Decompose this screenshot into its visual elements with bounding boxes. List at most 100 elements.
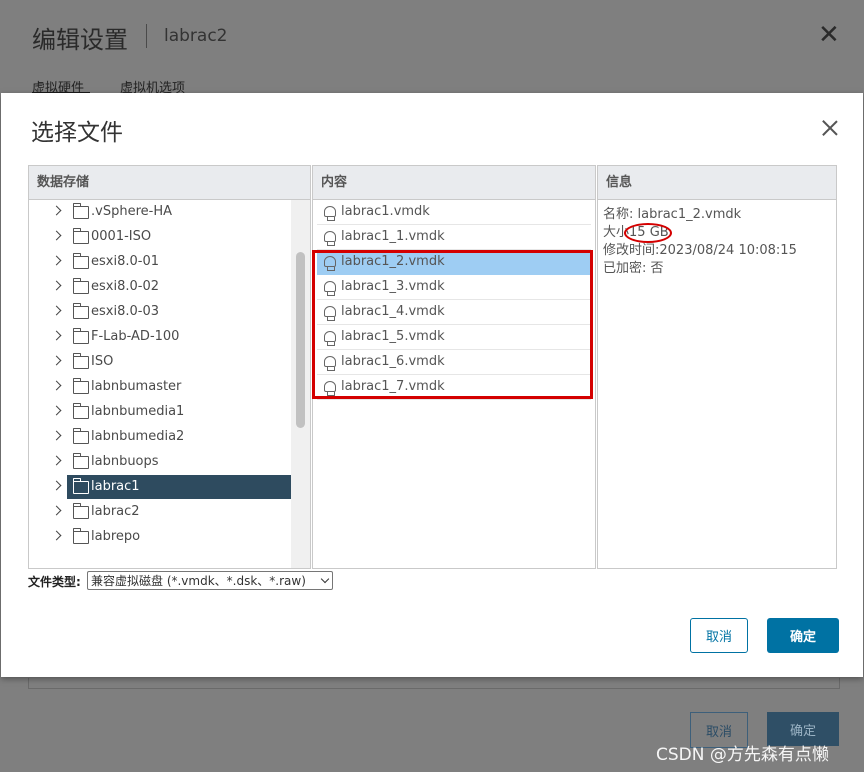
datastore-item[interactable]: labrac1 bbox=[29, 475, 292, 500]
datastore-label: labnbumedia2 bbox=[91, 429, 185, 444]
disk-file-icon bbox=[324, 256, 336, 271]
info-header: 信息 bbox=[598, 166, 836, 200]
file-row[interactable]: labrac1.vmdk bbox=[317, 200, 591, 225]
select-file-dialog: 选择文件 数据存储 .vSphere-HA 0001-ISO esxi8.0-01 e… bbox=[1, 93, 863, 677]
datastore-label: labrac1 bbox=[91, 479, 140, 494]
file-label: labrac1.vmdk bbox=[341, 204, 430, 219]
datastore-item[interactable]: 0001-ISO bbox=[29, 225, 291, 250]
file-row[interactable]: labrac1_7.vmdk bbox=[317, 375, 591, 400]
chevron-right-icon[interactable] bbox=[51, 230, 62, 241]
datastore-label: labnbumaster bbox=[91, 379, 182, 394]
folder-icon bbox=[73, 503, 89, 519]
cancel-button[interactable]: 取消 bbox=[690, 618, 748, 653]
disk-file-icon bbox=[324, 356, 336, 371]
chevron-right-icon[interactable] bbox=[51, 305, 62, 316]
file-label: labrac1_5.vmdk bbox=[341, 329, 445, 344]
datastore-panel: 数据存储 .vSphere-HA 0001-ISO esxi8.0-01 esxi8.… bbox=[28, 165, 311, 569]
folder-icon bbox=[73, 228, 89, 244]
disk-file-icon bbox=[324, 231, 336, 246]
info-panel: 信息 名称: labrac1_2.vmdk 大小 15 GB 修改时间:2023/… bbox=[597, 165, 837, 569]
folder-icon bbox=[73, 528, 89, 544]
datastore-item[interactable]: ISO bbox=[29, 350, 291, 375]
file-row[interactable]: labrac1_6.vmdk bbox=[317, 350, 591, 375]
file-type-select[interactable]: 兼容虚拟磁盘 (*.vmdk、*.dsk、*.raw) bbox=[87, 571, 333, 590]
chevron-right-icon[interactable] bbox=[51, 480, 62, 491]
chevron-right-icon[interactable] bbox=[51, 505, 62, 516]
info-encrypted-label: 已加密: bbox=[603, 261, 647, 276]
chevron-right-icon[interactable] bbox=[51, 205, 62, 216]
file-row[interactable]: labrac1_1.vmdk bbox=[317, 225, 591, 250]
datastore-item[interactable]: labrepo bbox=[29, 525, 291, 550]
folder-icon bbox=[73, 353, 89, 369]
datastore-label: labnbuops bbox=[91, 454, 159, 469]
datastore-item[interactable]: .vSphere-HA bbox=[29, 200, 291, 225]
datastore-item[interactable]: F-Lab-AD-100 bbox=[29, 325, 291, 350]
file-row[interactable]: labrac1_4.vmdk bbox=[317, 300, 591, 325]
file-row[interactable]: labrac1_3.vmdk bbox=[317, 275, 591, 300]
ok-button[interactable]: 确定 bbox=[767, 618, 839, 653]
chevron-right-icon[interactable] bbox=[51, 355, 62, 366]
disk-file-icon bbox=[324, 381, 336, 396]
disk-file-icon bbox=[324, 331, 336, 346]
folder-icon bbox=[73, 278, 89, 294]
chevron-right-icon[interactable] bbox=[51, 280, 62, 291]
chevron-right-icon[interactable] bbox=[51, 430, 62, 441]
close-icon[interactable] bbox=[819, 117, 841, 139]
folder-icon bbox=[73, 378, 89, 394]
datastore-label: ISO bbox=[91, 354, 114, 369]
datastore-item[interactable]: labrac2 bbox=[29, 500, 291, 525]
datastore-label: labrac2 bbox=[91, 504, 140, 519]
file-type-label: 文件类型: bbox=[28, 575, 81, 589]
datastore-tree: .vSphere-HA 0001-ISO esxi8.0-01 esxi8.0-02 e… bbox=[29, 200, 292, 550]
datastore-item[interactable]: labnbumedia2 bbox=[29, 425, 291, 450]
watermark: CSDN @方先森有点懒 bbox=[656, 745, 829, 765]
file-row[interactable]: labrac1_2.vmdk bbox=[317, 250, 591, 275]
info-name-label: 名称: bbox=[603, 207, 634, 222]
chevron-right-icon[interactable] bbox=[51, 455, 62, 466]
content-header: 内容 bbox=[313, 166, 595, 200]
file-label: labrac1_2.vmdk bbox=[341, 254, 445, 269]
datastore-item[interactable]: labnbumedia1 bbox=[29, 400, 291, 425]
chevron-right-icon[interactable] bbox=[51, 330, 62, 341]
datastore-label: labnbumedia1 bbox=[91, 404, 185, 419]
datastore-item[interactable]: esxi8.0-02 bbox=[29, 275, 291, 300]
edit-settings-vm-name: labrac2 bbox=[164, 26, 228, 46]
file-label: labrac1_7.vmdk bbox=[341, 379, 445, 394]
chevron-down-icon bbox=[320, 574, 330, 584]
file-type-value: 兼容虚拟磁盘 (*.vmdk、*.dsk、*.raw) bbox=[91, 574, 306, 588]
datastore-scrollbar[interactable] bbox=[291, 200, 310, 568]
datastore-item[interactable]: esxi8.0-03 bbox=[29, 300, 291, 325]
file-list: labrac1.vmdk labrac1_1.vmdk labrac1_2.vmdk… bbox=[313, 200, 595, 400]
chevron-right-icon[interactable] bbox=[51, 530, 62, 541]
datastore-label: esxi8.0-01 bbox=[91, 254, 159, 269]
chevron-right-icon[interactable] bbox=[51, 255, 62, 266]
datastore-header: 数据存储 bbox=[29, 166, 310, 200]
info-size-label: 大小 bbox=[603, 225, 630, 240]
info-name-value: labrac1_2.vmdk bbox=[637, 207, 742, 222]
scrollbar-thumb[interactable] bbox=[296, 252, 305, 428]
file-label: labrac1_6.vmdk bbox=[341, 354, 445, 369]
info-modified-label: 修改时间: bbox=[603, 243, 660, 258]
datastore-label: 0001-ISO bbox=[91, 229, 152, 244]
info-encrypted-value: 否 bbox=[650, 261, 664, 276]
folder-icon bbox=[73, 403, 89, 419]
datastore-item[interactable]: esxi8.0-01 bbox=[29, 250, 291, 275]
datastore-label: labrepo bbox=[91, 529, 141, 544]
settings-panel-edge bbox=[28, 678, 840, 689]
datastore-item[interactable]: labnbuops bbox=[29, 450, 291, 475]
chevron-right-icon[interactable] bbox=[51, 405, 62, 416]
folder-icon bbox=[73, 253, 89, 269]
datastore-label: F-Lab-AD-100 bbox=[91, 329, 180, 344]
folder-icon bbox=[73, 428, 89, 444]
edit-settings-close-icon[interactable]: ✕ bbox=[818, 22, 840, 48]
datastore-item[interactable]: labnbumaster bbox=[29, 375, 291, 400]
chevron-right-icon[interactable] bbox=[51, 380, 62, 391]
dialog-title: 选择文件 bbox=[31, 120, 123, 146]
disk-file-icon bbox=[324, 206, 336, 221]
datastore-label: .vSphere-HA bbox=[91, 204, 172, 219]
file-label: labrac1_1.vmdk bbox=[341, 229, 445, 244]
content-panel: 内容 labrac1.vmdk labrac1_1.vmdk labrac1_2.v… bbox=[312, 165, 596, 569]
disk-file-icon bbox=[324, 281, 336, 296]
file-row[interactable]: labrac1_5.vmdk bbox=[317, 325, 591, 350]
edit-settings-title: 编辑设置 bbox=[32, 26, 128, 54]
